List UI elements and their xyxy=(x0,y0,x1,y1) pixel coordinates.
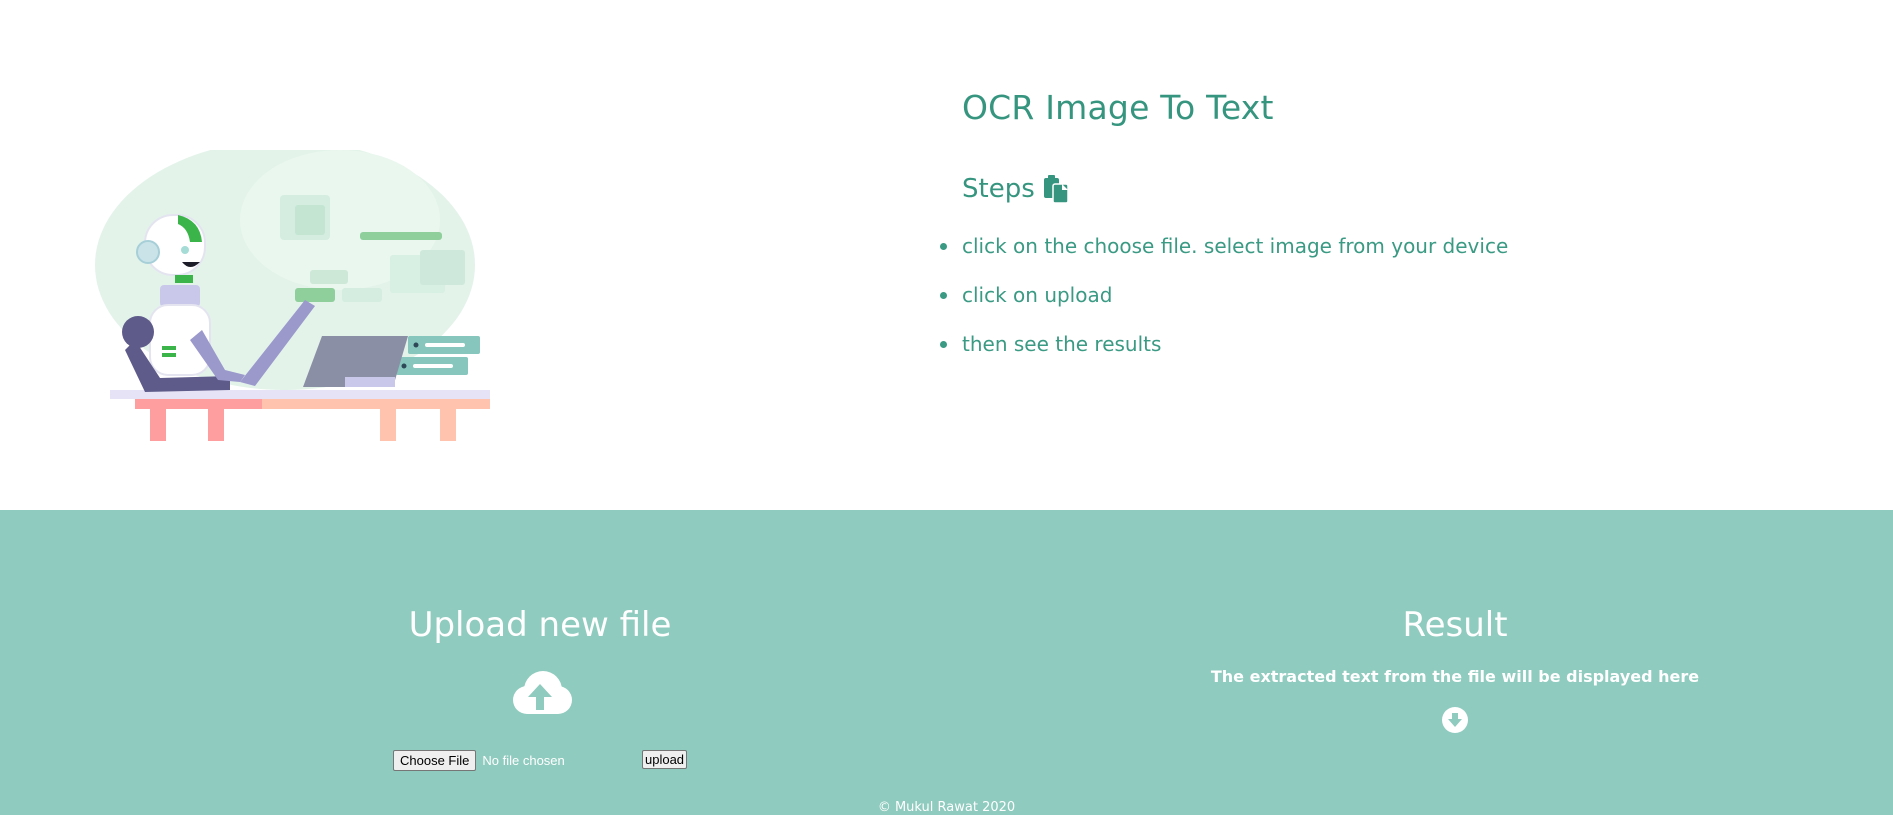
ocr-info: OCR Image To Text Steps click on the cho… xyxy=(940,88,1508,356)
step-item: then see the results xyxy=(940,332,1662,381)
robot-at-laptop-illustration xyxy=(95,150,490,441)
steps-list: click on the choose file. select image f… xyxy=(940,234,1662,381)
upload-result-band: Upload new file Choose File No file chos… xyxy=(0,510,1893,815)
result-title: Result xyxy=(1402,605,1508,645)
footer-copyright: © Mukul Rawat 2020 xyxy=(877,800,1016,815)
result-description: The extracted text from the file will be… xyxy=(1210,667,1700,686)
cloud-upload-icon xyxy=(513,671,572,714)
choose-file-button[interactable]: Choose File xyxy=(393,750,477,771)
no-file-chosen-text: No file chosen xyxy=(482,753,565,768)
page-title: OCR Image To Text xyxy=(962,88,1274,127)
upload-title: Upload new file xyxy=(408,605,672,645)
hero-section: OCR Image To Text Steps click on the cho… xyxy=(0,0,1893,510)
upload-section: Upload new file Choose File No file chos… xyxy=(340,605,740,771)
steps-heading-label: Steps xyxy=(962,174,1035,204)
file-input[interactable]: Choose File No file chosen xyxy=(393,750,565,771)
step-item: click on the choose file. select image f… xyxy=(940,234,1662,283)
arrow-circle-down-icon[interactable] xyxy=(1441,706,1469,734)
clipboard-copy-icon xyxy=(1043,175,1069,203)
upload-button[interactable]: upload xyxy=(642,750,688,769)
result-section: Result The extracted text from the file … xyxy=(1195,605,1715,734)
steps-heading: Steps xyxy=(962,174,1069,204)
step-item: click on upload xyxy=(940,283,1662,332)
